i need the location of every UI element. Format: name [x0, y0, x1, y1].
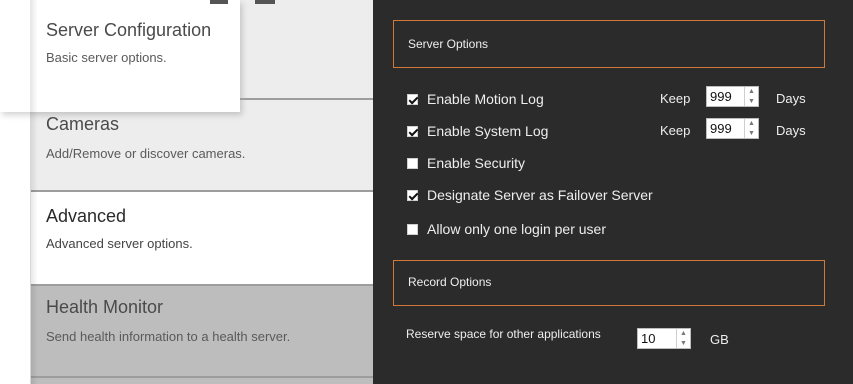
option-label: Enable Security [427, 155, 526, 171]
checkbox-box[interactable] [407, 125, 418, 137]
checkbox-box[interactable] [407, 93, 418, 105]
spinner-down-icon[interactable]: ▼ [745, 129, 758, 139]
option-label: Enable Motion Log [427, 91, 544, 107]
motion-log-days-unit: Days [776, 91, 806, 106]
option-label: Designate Server as Failover Server [427, 187, 653, 203]
record-options-title: Record Options [408, 275, 492, 289]
system-log-days-value[interactable]: 999 [707, 119, 744, 138]
sidebar-item-subtitle: Basic server options. [46, 50, 167, 65]
sidebar-item-title: Server Configuration [46, 20, 212, 40]
sidebar-item-health-monitor[interactable]: Health Monitor Send health information t… [31, 286, 373, 376]
option-label: Allow only one login per user [427, 221, 606, 237]
checkbox-box[interactable] [407, 223, 418, 235]
one-login-per-user-checkbox[interactable]: Allow only one login per user [407, 221, 606, 237]
motion-log-keep-label: Keep [660, 91, 691, 106]
sidebar-item-advanced[interactable]: Advanced Advanced server options. [31, 192, 373, 284]
sidebar-item-subtitle: Send health information to a health serv… [46, 329, 291, 344]
spinner-up-icon[interactable]: ▲ [745, 119, 758, 129]
settings-panel: Server Options Enable Motion Log Keep 99… [373, 0, 853, 384]
system-log-keep-label: Keep [660, 123, 691, 138]
reserve-space-label: Reserve space for other applications [406, 327, 601, 341]
spinner-down-icon[interactable]: ▼ [745, 97, 758, 107]
motion-log-days-value[interactable]: 999 [707, 87, 744, 106]
motion-log-days-stepper[interactable]: 999 ▲ ▼ [706, 86, 759, 107]
reserve-space-value[interactable]: 10 [638, 329, 676, 348]
system-log-days-unit: Days [776, 123, 806, 138]
checkbox-box[interactable] [407, 157, 418, 169]
sidebar-item-subtitle: Add/Remove or discover cameras. [46, 146, 246, 161]
record-options-box: Record Options [393, 260, 825, 306]
option-label: Enable System Log [427, 123, 549, 139]
sidebar-item-title: Advanced [46, 206, 127, 226]
spinner-down-icon[interactable]: ▼ [677, 339, 690, 349]
sidebar-item-cameras[interactable]: Cameras Add/Remove or discover cameras. [31, 100, 373, 190]
system-log-days-stepper[interactable]: 999 ▲ ▼ [706, 118, 759, 139]
enable-system-log-checkbox[interactable]: Enable System Log [407, 123, 548, 139]
reserve-space-stepper[interactable]: 10 ▲ ▼ [637, 328, 691, 349]
enable-motion-log-checkbox[interactable]: Enable Motion Log [407, 91, 544, 107]
server-options-box: Server Options [393, 20, 825, 68]
server-options-title: Server Options [408, 37, 489, 51]
enable-security-checkbox[interactable]: Enable Security [407, 155, 525, 171]
failover-server-checkbox[interactable]: Designate Server as Failover Server [407, 187, 653, 203]
sidebar-item-next[interactable] [31, 378, 373, 384]
sidebar-shadow [30, 0, 38, 384]
reserve-space-unit: GB [710, 332, 729, 347]
sidebar-item-title: Cameras [46, 114, 120, 134]
sidebar: Server Configuration Basic server option… [0, 0, 373, 384]
checkbox-box[interactable] [407, 189, 418, 201]
sidebar-item-title: Health Monitor [46, 297, 164, 317]
sidebar-item-subtitle: Advanced server options. [46, 236, 193, 251]
spinner-up-icon[interactable]: ▲ [745, 87, 758, 97]
spinner-up-icon[interactable]: ▲ [677, 329, 690, 339]
sidebar-item-server-configuration[interactable]: Server Configuration Basic server option… [31, 0, 373, 98]
